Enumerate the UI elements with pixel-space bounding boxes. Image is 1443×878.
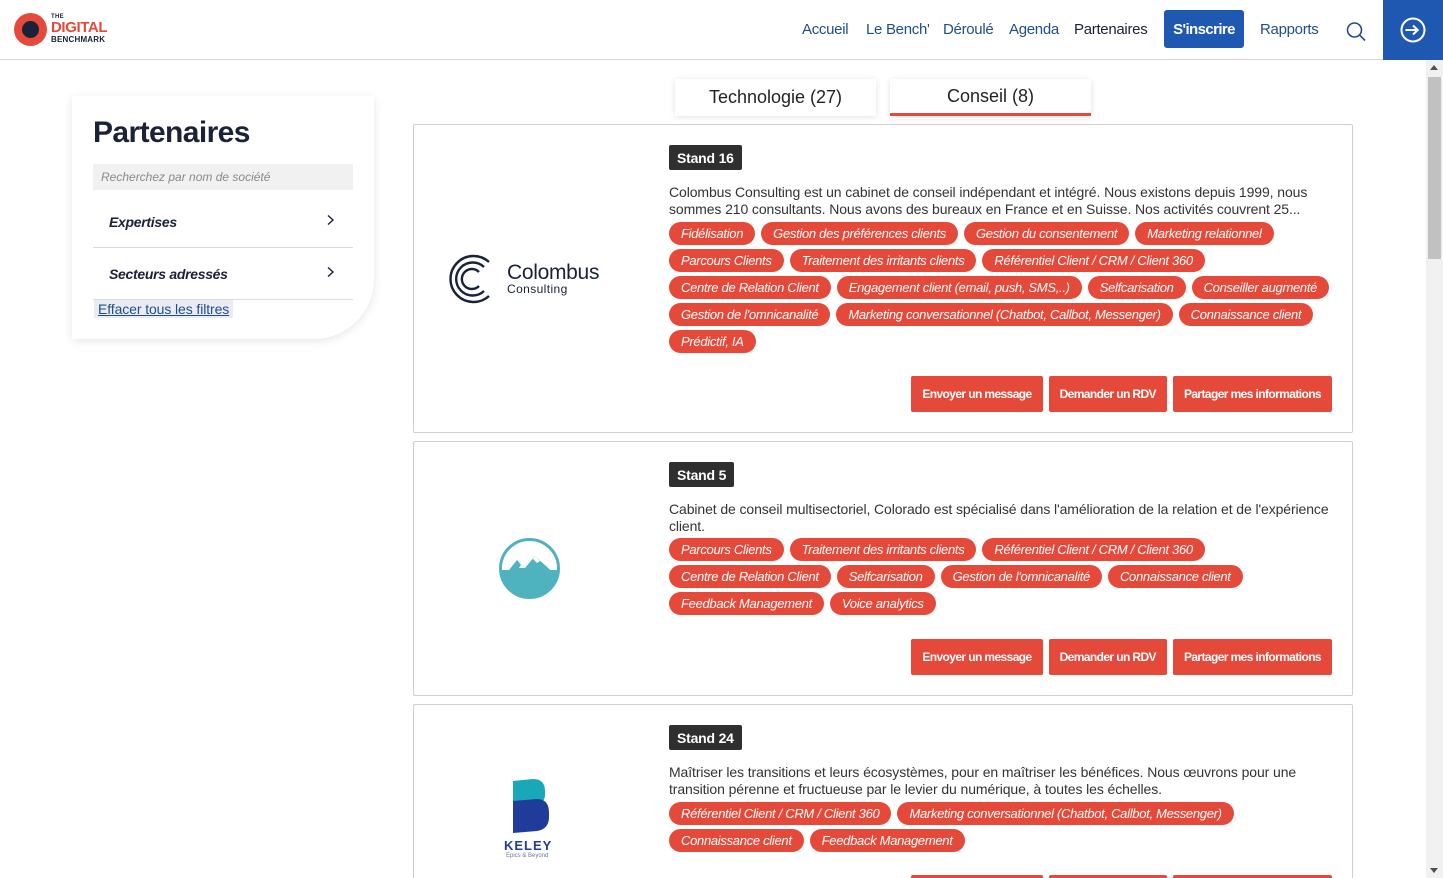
scroll-down-arrow-icon[interactable] [1430,868,1438,873]
logo-line-2: DIGITAL [51,19,108,36]
scroll-thumb[interactable] [1428,77,1441,259]
card-actions: Envoyer un message Demander un RDV Parta… [911,639,1332,675]
nav-rapports[interactable]: Rapports [1260,21,1319,38]
expertise-tag[interactable]: Connaissance client [1178,303,1314,326]
expertise-tag[interactable]: Connaissance client [669,829,804,852]
partner-description: Colombus Consulting est un cabinet de co… [669,184,1308,217]
digital-benchmark-logo[interactable]: THE DIGITAL BENCHMARK [14,11,114,47]
expertise-tag[interactable]: Centre de Relation Client [669,276,831,299]
expertise-tag[interactable]: Traitement des irritants clients [789,249,977,272]
send-message-button[interactable]: Envoyer un message [911,376,1043,412]
signup-button[interactable]: S'inscrire [1164,10,1244,48]
expertise-tag[interactable]: Référentiel Client / CRM / Client 360 [982,538,1205,561]
page-scrollbar[interactable] [1426,60,1443,878]
colombus-sub: Consulting [507,282,568,296]
nav-partenaires[interactable]: Partenaires [1074,21,1148,38]
expertise-tag[interactable]: Voice analytics [829,592,936,615]
nav-le-bench[interactable]: Le Bench' [866,21,930,38]
request-meeting-button[interactable]: Demander un RDV [1048,376,1167,412]
company-search-input[interactable] [93,164,353,190]
colombus-logo[interactable]: Colombus Consulting [414,125,654,432]
partner-card: Stand 5 Cabinet de conseil multisectorie… [413,441,1353,696]
search-icon[interactable] [1345,20,1367,42]
expertise-tag[interactable]: Conseiller augmenté [1191,276,1330,299]
stand-badge: Stand 16 [669,145,742,170]
expertise-tag[interactable]: Selfcarisation [836,565,935,588]
nav-deroule[interactable]: Déroulé [943,21,994,38]
chevron-right-icon [327,214,335,226]
nav-agenda[interactable]: Agenda [1009,21,1059,38]
expertise-tag[interactable]: Fidélisation [669,222,756,245]
partner-card: KELEY Epics & Beyond Stand 24 Maîtriser … [413,704,1353,878]
tab-conseil[interactable]: Conseil (8) [890,79,1091,116]
share-info-button[interactable]: Partager mes informations [1172,639,1332,675]
login-button[interactable] [1383,0,1443,60]
sign-in-icon [1400,17,1426,43]
scroll-up-arrow-icon[interactable] [1430,65,1438,70]
colombus-c-icon [449,254,490,304]
filters-panel: Partenaires Expertises Secteurs adressés… [72,96,374,339]
tag-list: Fidélisation Gestion des préférences clie… [669,222,1339,353]
tag-list: Parcours Clients Traitement des irritants… [669,538,1339,615]
expertise-tag[interactable]: Référentiel Client / CRM / Client 360 [982,249,1205,272]
logo-mark-icon [14,13,47,46]
share-info-button[interactable]: Partager mes informations [1172,376,1332,412]
expertise-tag[interactable]: Centre de Relation Client [669,565,831,588]
expertise-tag[interactable]: Selfcarisation [1087,276,1186,299]
expertise-tag[interactable]: Parcours Clients [669,249,784,272]
expertise-tag[interactable]: Marketing conversationnel (Chatbot, Call… [836,303,1173,326]
tag-list: Référentiel Client / CRM / Client 360 Mar… [669,802,1339,852]
page-title: Partenaires [93,116,250,149]
partner-card: Colombus Consulting Stand 16 Colombus Co… [413,124,1353,433]
expertise-tag[interactable]: Engagement client (email, push, SMS,..) [836,276,1082,299]
partner-description: Cabinet de conseil multisectoriel, Color… [669,501,1329,534]
chevron-right-icon [327,266,335,278]
send-message-button[interactable]: Envoyer un message [911,639,1043,675]
expertise-tag[interactable]: Gestion des préférences clients [761,222,958,245]
logo-line-3: BENCHMARK [51,35,106,44]
filter-label: Expertises [109,214,177,230]
clear-filters-link[interactable]: Effacer tous les filtres [94,300,234,318]
colorado-logo[interactable] [414,442,654,695]
expertise-tag[interactable]: Parcours Clients [669,538,784,561]
nav-accueil[interactable]: Accueil [802,21,849,38]
expertise-tag[interactable]: Traitement des irritants clients [789,538,977,561]
filter-secteurs[interactable]: Secteurs adressés [93,248,353,300]
keley-sub: Epics & Beyond [506,853,549,859]
expertise-tag[interactable]: Connaissance client [1107,565,1243,588]
expertise-tag[interactable]: Gestion de l'omnicanalité [940,565,1102,588]
mountain-logo-icon [499,538,560,599]
filter-label: Secteurs adressés [109,266,228,282]
keley-logo[interactable]: KELEY Epics & Beyond [414,705,654,878]
stand-badge: Stand 24 [669,725,742,750]
request-meeting-button[interactable]: Demander un RDV [1048,639,1167,675]
expertise-tag[interactable]: Feedback Management [669,592,824,615]
expertise-tag[interactable]: Feedback Management [809,829,965,852]
expertise-tag[interactable]: Gestion de l'omnicanalité [669,303,831,326]
stand-badge: Stand 5 [669,462,735,487]
filter-expertises[interactable]: Expertises [93,196,353,248]
card-actions: Envoyer un message Demander un RDV Parta… [911,376,1332,412]
partner-description: Maîtriser les transitions et leurs écosy… [669,764,1297,797]
expertise-tag[interactable]: Référentiel Client / CRM / Client 360 [669,802,892,825]
tab-technologie[interactable]: Technologie (27) [675,79,876,116]
keley-k-icon [513,779,549,833]
expertise-tag[interactable]: Marketing conversationnel (Chatbot, Call… [897,802,1234,825]
expertise-tag[interactable]: Gestion du consentement [963,222,1130,245]
expertise-tag[interactable]: Marketing relationnel [1135,222,1274,245]
top-header: THE DIGITAL BENCHMARK Accueil Le Bench' … [0,0,1443,60]
expertise-tag[interactable]: Prédictif, IA [669,330,756,353]
keley-name: KELEY [504,838,553,853]
